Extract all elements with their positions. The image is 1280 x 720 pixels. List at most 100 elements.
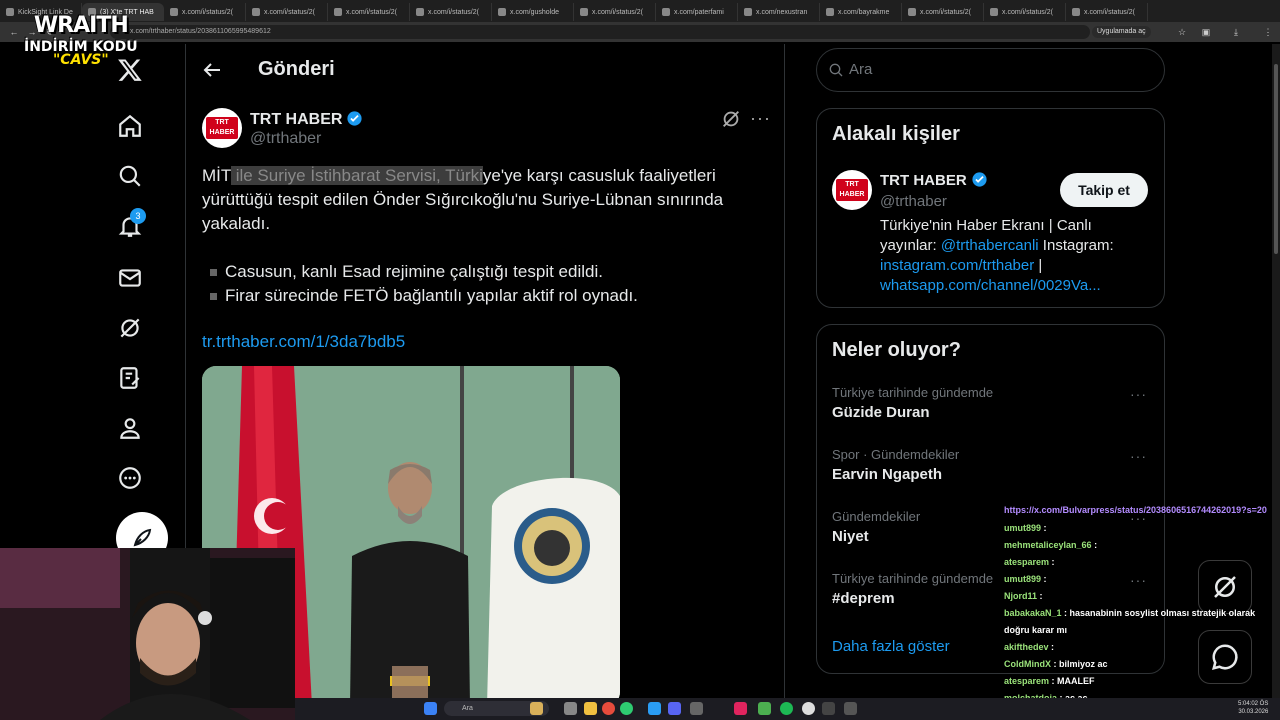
author-name[interactable]: TRT HABER <box>250 110 363 129</box>
browser-tab[interactable]: x.com/i/status/2( <box>246 3 328 21</box>
address-bar-row: ← → ↻ x.com/trthaber/status/203861106599… <box>0 22 1280 42</box>
tab-favicon-icon <box>1072 8 1080 16</box>
back-arrow-button[interactable] <box>200 58 226 84</box>
messages-mail-icon[interactable] <box>116 264 144 292</box>
chat-message: akifthedev : <box>1004 642 1055 652</box>
menu-dots-icon[interactable]: ⋮ <box>1262 26 1274 38</box>
chat-message: umut899 : <box>1004 574 1047 584</box>
chat-message: atesparem : MAALEF <box>1004 676 1095 686</box>
extensions-icon[interactable]: ▣ <box>1200 26 1212 38</box>
chat-message: atesparem : <box>1004 557 1055 567</box>
app-icon[interactable] <box>844 702 857 715</box>
browser-tab[interactable]: x.com/i/status/2( <box>1066 3 1148 21</box>
browser-tab[interactable]: x.com/gusholde <box>492 3 574 21</box>
tweet-bullets: Casusun, kanlı Esad rejimine çalıştığı t… <box>210 260 638 308</box>
chat-message: mehmetaliceylan_66 : <box>1004 540 1098 550</box>
home-icon[interactable] <box>116 112 144 140</box>
trend-name[interactable]: Niyet <box>832 528 869 545</box>
chat-message: umut899 : <box>1004 523 1047 533</box>
tab-favicon-icon <box>744 8 752 16</box>
trend-context: Gündemdekiler <box>832 509 921 524</box>
browser-tab[interactable]: x.com/i/status/2( <box>574 3 656 21</box>
trend-context: Spor · Gündemdekiler <box>832 447 960 462</box>
bookmark-star-icon[interactable]: ☆ <box>1176 26 1188 38</box>
promo-code: "CAVS" <box>53 52 109 68</box>
bullet-square-icon <box>210 292 217 300</box>
browser-tab[interactable]: x.com/i/status/2( <box>984 3 1066 21</box>
chat-message: ColdMindX : bilmiyoz ac <box>1004 659 1108 669</box>
trend-name[interactable]: #deprem <box>832 590 895 607</box>
tab-favicon-icon <box>6 8 14 16</box>
page-scrollbar[interactable] <box>1272 44 1280 698</box>
app-icon[interactable] <box>802 702 815 715</box>
grok-explain-icon[interactable] <box>720 108 742 130</box>
lists-icon[interactable] <box>116 364 144 392</box>
file-explorer-icon[interactable] <box>584 702 597 715</box>
bio-link-instagram[interactable]: instagram.com/trthaber <box>880 257 1034 274</box>
person-avatar[interactable]: TRT HABER <box>832 170 872 210</box>
trend-more-icon[interactable]: ··· <box>1130 386 1147 402</box>
streamer-webcam <box>0 548 295 720</box>
search-icon[interactable] <box>116 162 144 190</box>
stream-promo-overlay: WRAITH İNDİRİM KODU "CAVS" <box>24 13 138 68</box>
browser-tab[interactable]: x.com/i/status/2( <box>410 3 492 21</box>
trends-title: Neler oluyor? <box>832 339 961 361</box>
browser-tab[interactable]: x.com/i/status/2( <box>902 3 984 21</box>
browser-tab[interactable]: x.com/i/status/2( <box>164 3 246 21</box>
bio-link-canli[interactable]: @trthabercanli <box>941 237 1039 254</box>
browser-tab[interactable]: x.com/bayrakme <box>820 3 902 21</box>
browser-tab[interactable]: x.com/paterfami <box>656 3 738 21</box>
page-title: Gönderi <box>258 58 335 80</box>
author-avatar[interactable]: TRT HABER <box>202 108 242 148</box>
tab-favicon-icon <box>826 8 834 16</box>
person-name[interactable]: TRT HABER <box>880 171 988 189</box>
bio-link-whatsapp[interactable]: whatsapp.com/channel/0029Va... <box>880 277 1101 294</box>
follow-button[interactable]: Takip et <box>1060 173 1148 207</box>
related-people-title: Alakalı kişiler <box>832 123 960 145</box>
discord-icon[interactable] <box>668 702 681 715</box>
tab-favicon-icon <box>580 8 588 16</box>
browser-tab[interactable]: x.com/i/status/2( <box>328 3 410 21</box>
notifications-bell-icon[interactable]: 3 <box>116 208 146 240</box>
tab-favicon-icon <box>252 8 260 16</box>
app-icon[interactable] <box>690 702 703 715</box>
author-handle[interactable]: @trthaber <box>250 130 321 148</box>
person-bio: Türkiye'nin Haber Ekranı | Canlı yayınla… <box>880 217 1114 294</box>
url-field[interactable]: x.com/trthaber/status/203861106599548961… <box>110 25 1090 39</box>
trend-more-icon[interactable]: ··· <box>1130 448 1147 464</box>
show-more-link[interactable]: Daha fazla göster <box>832 638 950 655</box>
system-clock[interactable]: 5:04:02 ÖS 30.03.2026 <box>1238 700 1268 716</box>
browser-tab[interactable]: x.com/nexustran <box>738 3 820 21</box>
article-link[interactable]: tr.trthaber.com/1/3da7bdb5 <box>202 332 405 352</box>
grok-icon[interactable] <box>116 314 144 342</box>
person-handle[interactable]: @trthaber <box>880 193 947 210</box>
trend-name[interactable]: Earvin Ngapeth <box>832 466 942 483</box>
taskbar-app-icon[interactable] <box>530 702 543 715</box>
chat-message: Njord11 : <box>1004 591 1043 601</box>
post-more-icon[interactable]: ··· <box>750 108 771 129</box>
chat-message: babakakaN_1 : hasanabinin sosylist olmas… <box>1004 608 1256 635</box>
spotify-icon[interactable] <box>780 702 793 715</box>
app-icon[interactable] <box>758 702 771 715</box>
obs-icon[interactable] <box>822 702 835 715</box>
promo-brand: WRAITH <box>33 13 129 38</box>
profile-icon[interactable] <box>116 414 144 442</box>
tab-favicon-icon <box>662 8 670 16</box>
task-view-icon[interactable] <box>564 702 577 715</box>
back-arrow-icon[interactable]: ← <box>8 26 20 38</box>
start-menu-icon[interactable] <box>424 702 437 715</box>
app-icon[interactable] <box>734 702 747 715</box>
search-placeholder: Ara <box>849 61 873 78</box>
browser-icon[interactable] <box>620 702 633 715</box>
trend-context: Türkiye tarihinde gündemde <box>832 571 994 586</box>
chrome-icon[interactable] <box>602 702 615 715</box>
browser-tab-bar: KickSight Link De (3) X'te TRT HAB x.com/i… <box>0 0 1280 22</box>
more-options-icon[interactable] <box>116 464 144 492</box>
search-icon <box>829 63 843 77</box>
download-icon[interactable]: ⤓ <box>1230 26 1242 38</box>
bullet-square-icon <box>210 268 217 276</box>
tab-favicon-icon <box>170 8 178 16</box>
trend-name[interactable]: Güzide Duran <box>832 404 930 421</box>
open-in-app-button[interactable]: Uygulamada aç <box>1092 26 1151 38</box>
app-icon[interactable] <box>648 702 661 715</box>
